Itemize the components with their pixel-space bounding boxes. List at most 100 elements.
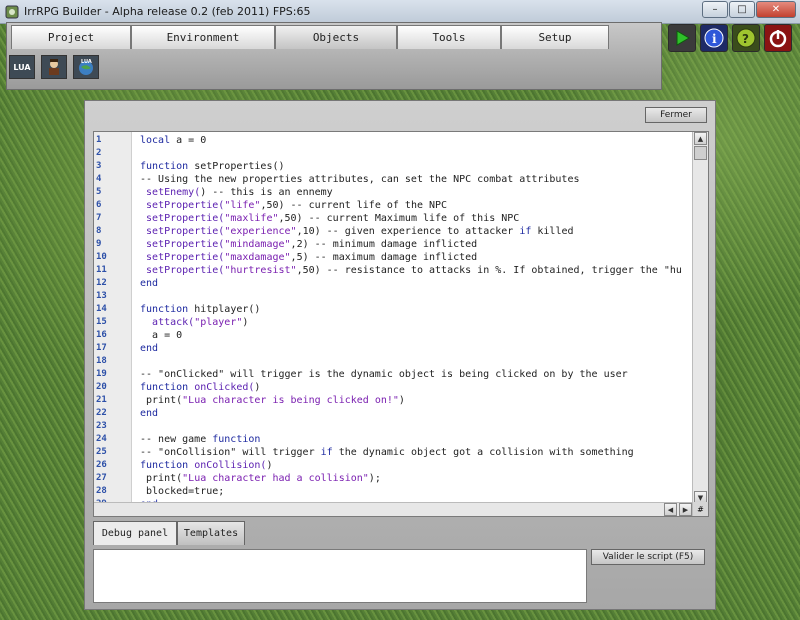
code-line: 25 -- "onCollision" will trigger if the d… (94, 446, 694, 459)
tab-tools[interactable]: Tools (397, 25, 501, 49)
play-icon[interactable] (668, 24, 696, 52)
power-icon[interactable] (764, 24, 792, 52)
main-menu-tabs: Project Environment Objects Tools Setup (11, 25, 609, 49)
code-line: 3 function setProperties() (94, 160, 694, 173)
close-window-button[interactable]: ✕ (756, 1, 796, 18)
code-text: function onCollision() (140, 460, 273, 471)
scroll-right-icon[interactable]: ▶ (679, 503, 692, 516)
code-line: 1 local a = 0 (94, 134, 694, 147)
line-number: 3 (96, 161, 102, 171)
line-number: 26 (96, 460, 107, 470)
svg-text:?: ? (742, 32, 749, 46)
line-number: 6 (96, 200, 102, 210)
line-number: 13 (96, 291, 107, 301)
scroll-left-icon[interactable]: ◀ (664, 503, 677, 516)
line-number: 5 (96, 187, 102, 197)
tab-project[interactable]: Project (11, 25, 131, 49)
code-line: 23 (94, 420, 694, 433)
lua-globe-icon[interactable]: LUA (73, 55, 99, 79)
code-text: setEnemy() -- this is an ennemy (146, 187, 333, 198)
code-line: 15 attack("player") (94, 316, 694, 329)
code-line: 13 (94, 290, 694, 303)
code-line: 2 (94, 147, 694, 160)
line-number: 4 (96, 174, 102, 184)
debug-output[interactable] (93, 549, 587, 603)
window-titlebar: IrrRPG Builder - Alpha release 0.2 (feb … (0, 0, 800, 24)
code-text: setPropertie("maxlife",50) -- current Ma… (146, 213, 520, 224)
objects-toolbar: LUA LUA (9, 55, 105, 81)
line-number: 16 (96, 330, 107, 340)
minimize-button[interactable]: – (702, 1, 728, 18)
line-number: 2 (96, 148, 102, 158)
code-text: end (140, 343, 159, 354)
code-text: -- Using the new properties attributes, … (140, 174, 580, 185)
code-line: 11 setPropertie("hurtresist",50) -- resi… (94, 264, 694, 277)
maximize-button[interactable]: □ (729, 1, 755, 18)
tab-debug-panel[interactable]: Debug panel (93, 521, 177, 545)
code-line: 17 end (94, 342, 694, 355)
window-title: IrrRPG Builder - Alpha release 0.2 (feb … (24, 5, 311, 18)
code-line: 18 (94, 355, 694, 368)
line-number: 8 (96, 226, 102, 236)
code-line: 14 function hitplayer() (94, 303, 694, 316)
code-line: 21 print("Lua character is being clicked… (94, 394, 694, 407)
line-number: 23 (96, 421, 107, 431)
code-text: local a = 0 (140, 135, 207, 146)
info-icon[interactable]: i (700, 24, 728, 52)
character-icon[interactable] (41, 55, 67, 79)
lua-script-icon[interactable]: LUA (9, 55, 35, 79)
validate-script-button[interactable]: Valider le script (F5) (591, 549, 705, 565)
code-line: 16 a = 0 (94, 329, 694, 342)
code-text: setPropertie("maxdamage",5) -- maximum d… (146, 252, 478, 263)
line-number: 12 (96, 278, 107, 288)
line-number: 15 (96, 317, 107, 327)
code-editor[interactable]: 1 local a = 0 2 3 function setProperties() 4 -… (93, 131, 709, 517)
line-number: 14 (96, 304, 107, 314)
code-text: end (140, 278, 159, 289)
line-number: 7 (96, 213, 102, 223)
code-line: 22 end (94, 407, 694, 420)
line-number: 18 (96, 356, 107, 366)
code-line: 7 setPropertie("maxlife",50) -- current … (94, 212, 694, 225)
line-number: 25 (96, 447, 107, 457)
tab-environment[interactable]: Environment (131, 25, 275, 49)
line-number: 11 (96, 265, 107, 275)
tab-setup[interactable]: Setup (501, 25, 609, 49)
code-text: setPropertie("mindamage",2) -- minimum d… (146, 239, 478, 250)
line-number: 24 (96, 434, 107, 444)
help-icon[interactable]: ? (732, 24, 760, 52)
line-number: 10 (96, 252, 107, 262)
horizontal-scrollbar[interactable]: ◀ ▶ (94, 502, 694, 516)
code-line: 20 function onClicked() (94, 381, 694, 394)
scroll-thumb[interactable] (694, 146, 707, 160)
main-action-buttons: i ? (668, 24, 796, 52)
close-editor-button[interactable]: Fermer (645, 107, 707, 123)
app-icon (4, 4, 20, 20)
code-line: 10 setPropertie("maxdamage",5) -- maximu… (94, 251, 694, 264)
code-line: 24 -- new game function (94, 433, 694, 446)
code-text: -- new game function (140, 434, 261, 445)
lua-script-label: LUA (13, 62, 31, 72)
code-text: a = 0 (140, 330, 183, 341)
code-text: setPropertie("hurtresist",50) -- resista… (146, 265, 682, 276)
code-line: 8 setPropertie("experience",10) -- given… (94, 225, 694, 238)
code-line: 9 setPropertie("mindamage",2) -- minimum… (94, 238, 694, 251)
code-line: 6 setPropertie("life",50) -- current lif… (94, 199, 694, 212)
scroll-up-icon[interactable]: ▲ (694, 132, 707, 145)
line-number: 9 (96, 239, 102, 249)
code-text: setPropertie("life",50) -- current life … (146, 200, 448, 211)
line-number: 19 (96, 369, 107, 379)
main-menu-panel: Project Environment Objects Tools Setup … (6, 22, 662, 90)
code-line: 19 -- "onClicked" will trigger is the dyn… (94, 368, 694, 381)
vertical-scrollbar[interactable]: ▲ ▼ (692, 132, 708, 504)
line-number: 22 (96, 408, 107, 418)
line-number: 21 (96, 395, 107, 405)
line-number: 28 (96, 486, 107, 496)
code-text: function onClicked() (140, 382, 261, 393)
code-text: print("Lua character had a collision"); (140, 473, 381, 484)
code-line: 26 function onCollision() (94, 459, 694, 472)
tab-objects[interactable]: Objects (275, 25, 397, 49)
tab-templates[interactable]: Templates (177, 521, 245, 545)
code-line: 4 -- Using the new properties attributes,… (94, 173, 694, 186)
code-text: attack("player") (152, 317, 249, 328)
